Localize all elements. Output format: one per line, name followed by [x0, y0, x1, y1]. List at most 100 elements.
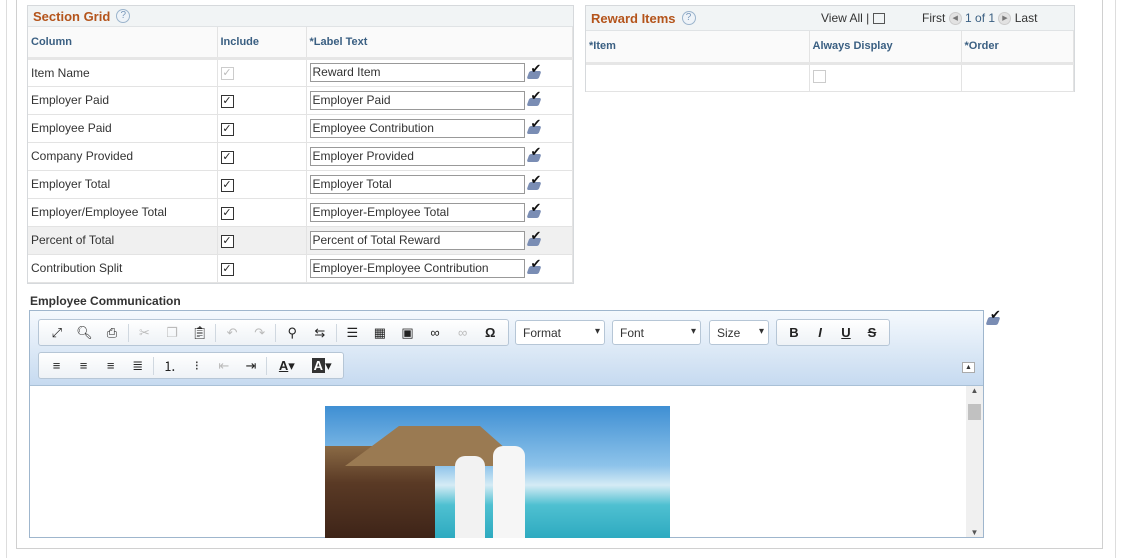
spell-check-icon[interactable]: [527, 228, 543, 248]
rich-text-editor[interactable]: ⤢🔍︎⎙ ✂❐📋︎ ↶↷ ⚲⇆ ☰▦▣∞∞Ω Format Font Size …: [29, 310, 984, 538]
help-icon[interactable]: ?: [116, 9, 131, 23]
spell-check-icon[interactable]: [986, 307, 1002, 327]
align-center-icon[interactable]: ≡: [70, 358, 97, 373]
print-icon[interactable]: ⎙: [98, 325, 126, 341]
reward-items-grid: Reward Items? View All | First ◀ 1 of 1 …: [585, 5, 1075, 92]
column-name: Contribution Split: [28, 254, 218, 283]
column-name: Percent of Total: [28, 226, 218, 255]
undo-icon[interactable]: ↶: [218, 325, 246, 341]
last-link: Last: [1014, 10, 1038, 25]
column-name: Employer Paid: [28, 86, 218, 115]
text-color-icon[interactable]: A▾: [269, 358, 304, 374]
collapse-toolbar-icon[interactable]: ▲: [962, 362, 975, 373]
help-icon[interactable]: ?: [681, 11, 696, 25]
table-row: Employer/Employee Total ✓ Employer-Emplo…: [28, 198, 573, 227]
format-dropdown[interactable]: Format: [515, 320, 605, 345]
editor-content[interactable]: ▲ ▼: [30, 386, 983, 538]
table-row: Item Name ✓ Reward Item: [28, 58, 573, 87]
spell-check-icon[interactable]: [527, 61, 543, 81]
background-color-icon[interactable]: A ▾: [304, 357, 339, 374]
label-text-input[interactable]: Employer-Employee Total: [309, 202, 525, 222]
include-checkbox: ✓: [220, 67, 234, 80]
col-order: *Order: [961, 31, 1074, 65]
label-text-input[interactable]: Percent of Total Reward: [309, 230, 525, 250]
column-name: Item Name: [28, 58, 218, 87]
vacation-image: [325, 406, 670, 538]
page-count: 1 of 1: [965, 10, 996, 25]
include-checkbox[interactable]: ✓: [220, 234, 234, 248]
column-name: Employee Paid: [28, 114, 218, 143]
spell-check-icon[interactable]: [527, 88, 543, 108]
spell-check-icon[interactable]: [527, 200, 543, 220]
bullet-list-icon[interactable]: ⁝: [183, 358, 210, 374]
section-grid-title: Section Grid: [33, 8, 111, 24]
employee-communication-label: Employee Communication: [30, 294, 181, 308]
table-row: Contribution Split ✓ Employer-Employee C…: [28, 254, 573, 283]
label-text-input[interactable]: Employer Paid: [309, 90, 525, 110]
indent-icon[interactable]: ⇥: [237, 358, 264, 374]
table-row: Percent of Total ✓ Percent of Total Rewa…: [28, 226, 573, 255]
view-all-link[interactable]: View All: [821, 11, 863, 25]
align-right-icon[interactable]: ≡: [97, 358, 124, 373]
outdent-icon[interactable]: ⇤: [210, 358, 237, 374]
strikethrough-icon[interactable]: S: [859, 325, 885, 340]
size-dropdown[interactable]: Size: [709, 320, 769, 345]
include-checkbox[interactable]: ✓: [220, 150, 234, 164]
spell-check-icon[interactable]: [527, 116, 543, 136]
label-text-input[interactable]: Employer Total: [309, 174, 525, 194]
numbered-list-icon[interactable]: ⒈: [156, 356, 183, 375]
redo-icon[interactable]: ↷: [246, 325, 274, 341]
label-text-input[interactable]: Employer Provided: [309, 146, 525, 166]
item-cell: [586, 63, 810, 92]
link-icon[interactable]: ∞: [421, 325, 449, 340]
column-name: Employer/Employee Total: [28, 198, 218, 227]
include-checkbox[interactable]: ✓: [220, 262, 234, 276]
cut-icon[interactable]: ✂: [131, 325, 159, 341]
paste-icon[interactable]: 📋︎: [186, 325, 214, 341]
font-dropdown[interactable]: Font: [612, 320, 701, 345]
always-display-checkbox[interactable]: [812, 69, 826, 83]
include-checkbox[interactable]: ✓: [220, 94, 234, 108]
table-row: Company Provided ✓ Employer Provided: [28, 142, 573, 171]
table-row: Employer Paid ✓ Employer Paid: [28, 86, 573, 115]
reward-items-title: Reward Items: [591, 10, 676, 26]
find-icon[interactable]: ⚲: [278, 325, 306, 341]
order-cell: [961, 63, 1074, 92]
col-always-display: Always Display: [809, 31, 962, 65]
maximize-icon[interactable]: ⤢: [43, 325, 71, 341]
include-checkbox[interactable]: ✓: [220, 178, 234, 192]
col-label-text: *Label Text: [306, 27, 573, 60]
underline-icon[interactable]: U: [833, 325, 859, 340]
first-link: First: [922, 10, 946, 25]
include-checkbox[interactable]: ✓: [220, 122, 234, 136]
label-text-input[interactable]: Employee Contribution: [309, 118, 525, 138]
copy-icon[interactable]: ❐: [158, 325, 186, 341]
special-char-icon[interactable]: Ω: [476, 325, 504, 340]
col-column: Column: [28, 27, 218, 60]
table-icon[interactable]: ▦: [366, 325, 394, 341]
table-row: [586, 63, 1074, 92]
next-icon[interactable]: ▶: [998, 12, 1012, 26]
table-row: Employee Paid ✓ Employee Contribution: [28, 114, 573, 143]
label-text-input[interactable]: Reward Item: [309, 63, 525, 82]
bold-icon[interactable]: B: [781, 325, 807, 340]
replace-icon[interactable]: ⇆: [306, 325, 334, 341]
column-name: Employer Total: [28, 170, 218, 199]
include-checkbox[interactable]: ✓: [220, 206, 234, 220]
label-text-input[interactable]: Employer-Employee Contribution: [309, 258, 525, 278]
spell-check-icon[interactable]: [527, 256, 543, 276]
editor-scrollbar[interactable]: ▲ ▼: [966, 386, 983, 537]
prev-icon[interactable]: ◀: [948, 12, 962, 26]
justify-icon[interactable]: ≣: [124, 358, 151, 374]
image-icon[interactable]: ▣: [394, 325, 422, 341]
italic-icon[interactable]: I: [807, 325, 833, 340]
align-left-icon[interactable]: ≡: [43, 358, 70, 373]
popout-icon[interactable]: [872, 13, 885, 25]
preview-icon[interactable]: 🔍︎: [71, 325, 99, 341]
spell-check-icon[interactable]: [527, 144, 543, 164]
column-name: Company Provided: [28, 142, 218, 171]
horizontal-line-icon[interactable]: ☰: [339, 325, 367, 341]
editor-toolbar: ⤢🔍︎⎙ ✂❐📋︎ ↶↷ ⚲⇆ ☰▦▣∞∞Ω Format Font Size …: [30, 311, 983, 386]
spell-check-icon[interactable]: [527, 172, 543, 192]
unlink-icon[interactable]: ∞: [449, 325, 477, 340]
